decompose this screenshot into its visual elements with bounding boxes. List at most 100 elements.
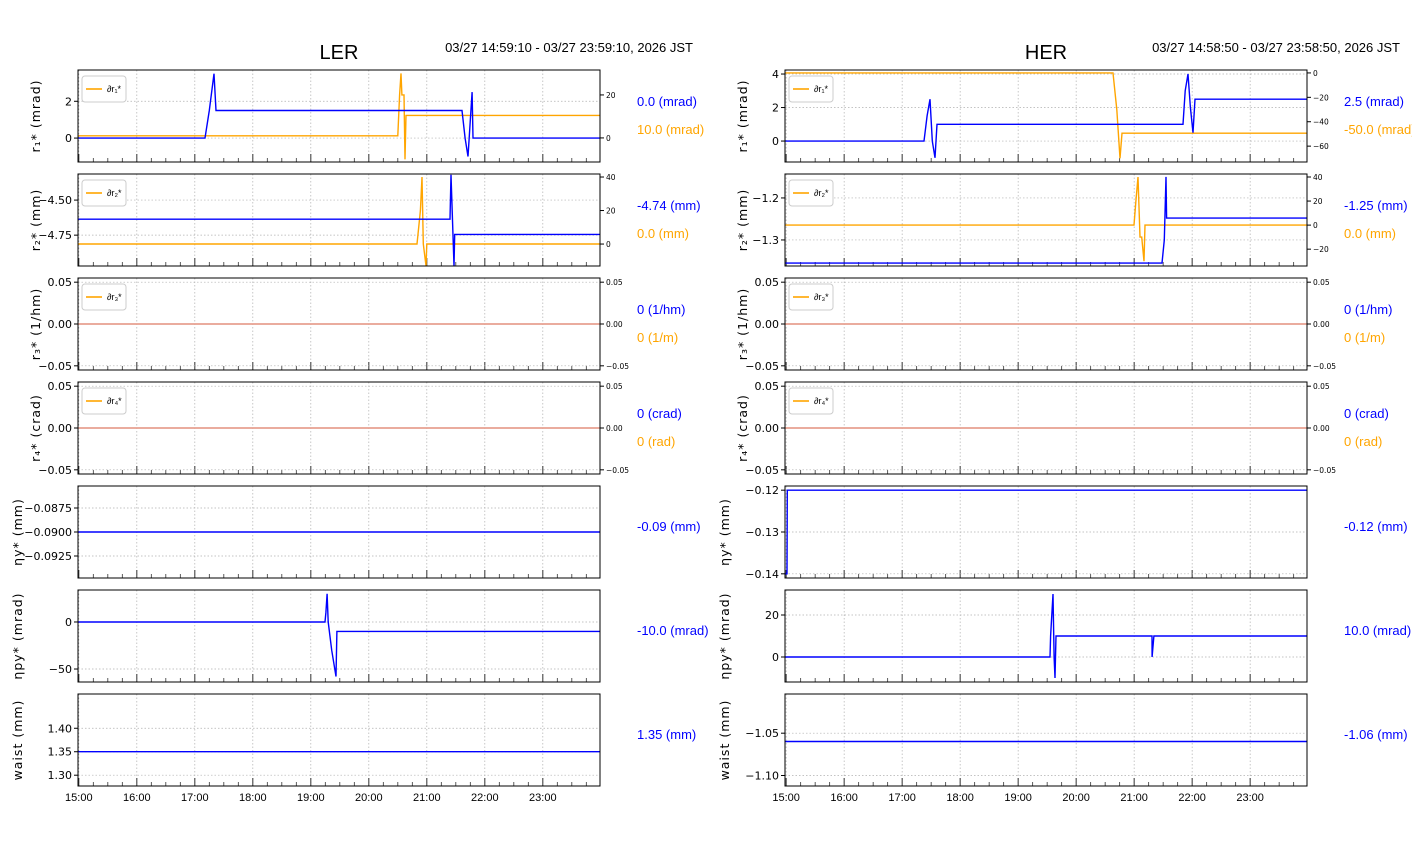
figure-title: HER	[1025, 42, 1067, 64]
current-value-blue: 0.0 (mrad)	[637, 94, 697, 109]
current-value-orange: -50.0 (mrad)	[1344, 122, 1412, 137]
orange-series-line	[78, 73, 600, 160]
current-value-blue: 2.5 (mrad)	[1344, 94, 1404, 109]
y-tick-label: 0.05	[755, 276, 780, 289]
x-tick-label: 20:00	[1062, 792, 1090, 804]
y-tick-label: 0	[772, 651, 779, 664]
legend: ∂r₂*	[81, 179, 127, 207]
x-tick-label: 22:00	[1178, 792, 1206, 804]
x-tick-label: 19:00	[1004, 792, 1032, 804]
current-value-orange: 0 (rad)	[637, 434, 675, 449]
time-range: 03/27 14:58:50 - 03/27 23:58:50, 2026 JS…	[1152, 40, 1400, 55]
panel-5: −0.12 −0.13 −0.14 ηy* (mm) -0.12 (mm)	[717, 484, 1408, 581]
x-tick-label: 20:00	[355, 792, 383, 804]
current-value-blue: 0 (crad)	[1344, 406, 1389, 421]
current-value-blue: 0 (crad)	[637, 406, 682, 421]
y-tick-label: −0.05	[745, 464, 779, 477]
y-tick-label: 4	[772, 68, 779, 81]
x-tick-label: 23:00	[529, 792, 557, 804]
y-tick-label: 1.35	[48, 746, 73, 759]
y-axis-label: r₂* (mm)	[735, 189, 750, 251]
x-tick-label: 22:00	[471, 792, 499, 804]
y-tick-label: 0	[65, 616, 72, 629]
orange-series-line	[785, 72, 1307, 159]
plot-frame	[77, 589, 601, 683]
y-tick-label: 0	[65, 132, 72, 145]
right-y-tick-label: 0	[1313, 221, 1318, 230]
plot-frame	[784, 693, 1308, 787]
current-value-orange: 0 (1/m)	[637, 330, 678, 345]
current-value-blue: 0 (1/hm)	[637, 302, 685, 317]
legend: ∂r₁*	[788, 75, 834, 103]
current-value-blue: -1.06 (mm)	[1344, 727, 1408, 742]
panel-2: −4.50 −4.75 0 20 40 r₂* (mm) ∂r₂* -4.74 (mm) 0.0…	[28, 173, 701, 267]
x-tick-label: 19:00	[297, 792, 325, 804]
y-tick-label: −50	[49, 663, 72, 676]
panel-1: 02020r₁* (mrad) ∂r₁*0.0 (mrad)10.0 (mrad)	[28, 69, 704, 163]
legend-label: ∂r₃*	[814, 292, 829, 302]
legend: ∂r₂*	[788, 179, 834, 207]
y-tick-label: −0.05	[745, 360, 779, 373]
x-tick-label: 21:00	[1120, 792, 1148, 804]
current-value-blue: 10.0 (mrad)	[1344, 623, 1411, 638]
right-y-tick-label: 0	[606, 134, 611, 143]
y-tick-label: −1.05	[745, 727, 779, 740]
plot-frame	[77, 173, 601, 267]
panel-1: 0 2 4 0 −20 −40 −60 r₁* (mrad) ∂r₁* 2.5 (mrad) -50…	[735, 68, 1412, 163]
y-tick-label: 0.05	[48, 380, 73, 393]
legend-label: ∂r₄*	[107, 396, 122, 406]
blue-series-line	[785, 593, 1307, 679]
y-axis-label: ηpy* (mrad)	[717, 592, 732, 679]
orange-series-line	[78, 176, 600, 266]
current-value-blue: 0 (1/hm)	[1344, 302, 1392, 317]
legend: ∂r₄*	[81, 387, 127, 415]
legend-label: ∂r₂*	[107, 188, 122, 198]
panel-4: 0.05 0.00 −0.05 0.05 0.00 −0.05 r₄* (crad) ∂r₄*…	[735, 380, 1389, 477]
legend-label: ∂r₃*	[107, 292, 122, 302]
right-y-tick-label: 20	[1313, 197, 1323, 206]
panel-3: 0.050.00−0.050.050.00−0.05r₃* (1/hm) ∂r₃*…	[735, 276, 1392, 373]
y-axis-label: r₃* (1/hm)	[735, 288, 750, 360]
x-tick-label: 18:00	[946, 792, 974, 804]
current-value-orange: 0.0 (mm)	[637, 226, 689, 241]
blue-series-line	[78, 174, 600, 267]
x-tick-label: 15:00	[772, 792, 800, 804]
plot-frame	[784, 173, 1308, 267]
panel-6: 20 0 ηpy* (mrad) 10.0 (mrad)	[717, 589, 1411, 683]
y-tick-label: 20	[765, 609, 779, 622]
y-axis-label: r₄* (crad)	[28, 394, 43, 462]
right-y-tick-label: 0.05	[606, 382, 623, 391]
panel-5: −0.0875 −0.0900 −0.0925ηy* (mm) -0.09 (mm)	[10, 485, 701, 579]
y-tick-label: −4.50	[38, 194, 72, 207]
y-tick-label: −0.0925	[24, 550, 72, 563]
her-figure: HER 03/27 14:58:50 - 03/27 23:58:50, 2026…	[717, 40, 1412, 804]
panel-3: 0.050.00−0.050.050.00−0.05r₃* (1/hm) ∂r₃*…	[28, 276, 685, 373]
right-y-tick-label: 20	[606, 91, 616, 100]
ler-figure: LER 03/27 14:59:10 - 03/27 23:59:10, 2026…	[10, 40, 709, 804]
y-tick-label: 0	[772, 135, 779, 148]
blue-series-line	[785, 73, 1307, 158]
legend-label: ∂r₄*	[814, 396, 829, 406]
y-tick-label: 2	[65, 95, 72, 108]
right-y-tick-label: 0.00	[1313, 424, 1330, 433]
current-value-blue: -4.74 (mm)	[637, 198, 701, 213]
y-tick-label: −0.05	[38, 464, 72, 477]
plot-frame	[784, 69, 1308, 163]
y-tick-label: 1.40	[48, 722, 73, 735]
y-tick-label: −1.3	[752, 234, 779, 247]
right-y-tick-label: 20	[606, 207, 616, 216]
y-tick-label: 1.30	[48, 769, 73, 782]
y-tick-label: 0.00	[48, 318, 73, 331]
y-tick-label: −0.13	[745, 526, 779, 539]
current-value-blue: -10.0 (mrad)	[637, 623, 709, 638]
current-value-blue: 1.35 (mm)	[637, 727, 696, 742]
legend-label: ∂r₂*	[814, 188, 829, 198]
x-tick-label: 17:00	[888, 792, 916, 804]
x-tick-label: 17:00	[181, 792, 209, 804]
right-y-tick-label: −0.05	[1313, 466, 1336, 475]
y-axis-label: r₃* (1/hm)	[28, 288, 43, 360]
y-axis-label: ηy* (mm)	[717, 498, 732, 566]
right-y-tick-label: 0.00	[606, 424, 623, 433]
y-axis-label: r₁* (mrad)	[28, 79, 43, 152]
y-tick-label: 0.00	[755, 318, 780, 331]
